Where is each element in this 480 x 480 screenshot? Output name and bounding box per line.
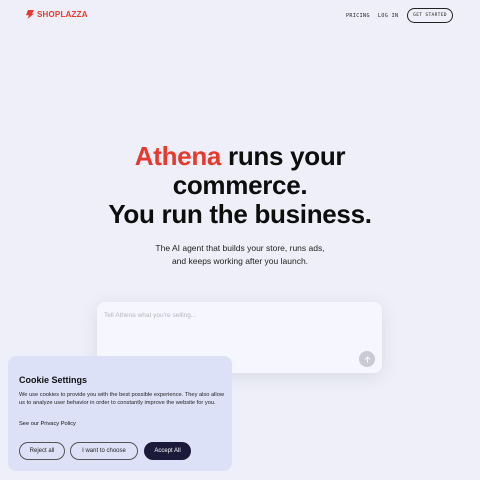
get-started-button[interactable]: GET STARTED <box>407 8 453 23</box>
logo[interactable]: SHOPLAZZA <box>26 10 88 19</box>
hero-line-3: You run the business. <box>108 199 372 229</box>
hero-line-1: Athena runs your <box>134 141 346 171</box>
nav-pricing-link[interactable]: PRICING <box>346 13 370 19</box>
accept-all-button[interactable]: Accept All <box>144 442 191 460</box>
logo-text: SHOPLAZZA <box>37 10 88 19</box>
cookie-description: We use cookies to provide you with the b… <box>19 392 224 407</box>
choose-cookies-button[interactable]: I want to choose <box>70 442 138 460</box>
prompt-input[interactable] <box>104 312 354 319</box>
privacy-policy-link[interactable]: See our Privacy Policy <box>19 421 76 427</box>
reject-all-button[interactable]: Reject all <box>19 442 65 460</box>
hero-subtitle-line-2: and keeps working after you launch. <box>171 256 309 266</box>
hero-line-2: commerce. <box>172 170 308 200</box>
hero-headline: Athena runs your commerce. You run the b… <box>0 142 480 229</box>
nav-login-link[interactable]: LOG IN <box>378 13 398 19</box>
hero-accent: Athena <box>134 141 222 171</box>
send-button[interactable] <box>359 351 375 367</box>
arrow-up-icon <box>364 355 370 363</box>
shoplazza-bolt-icon <box>26 10 34 19</box>
cookie-title: Cookie Settings <box>19 375 88 385</box>
hero-subtitle-line-1: The AI agent that builds your store, run… <box>155 243 325 253</box>
hero-line-1-rest: runs your <box>221 141 346 171</box>
cookie-settings-panel: Cookie Settings We use cookies to provid… <box>8 356 232 471</box>
hero-subtitle: The AI agent that builds your store, run… <box>0 242 480 268</box>
